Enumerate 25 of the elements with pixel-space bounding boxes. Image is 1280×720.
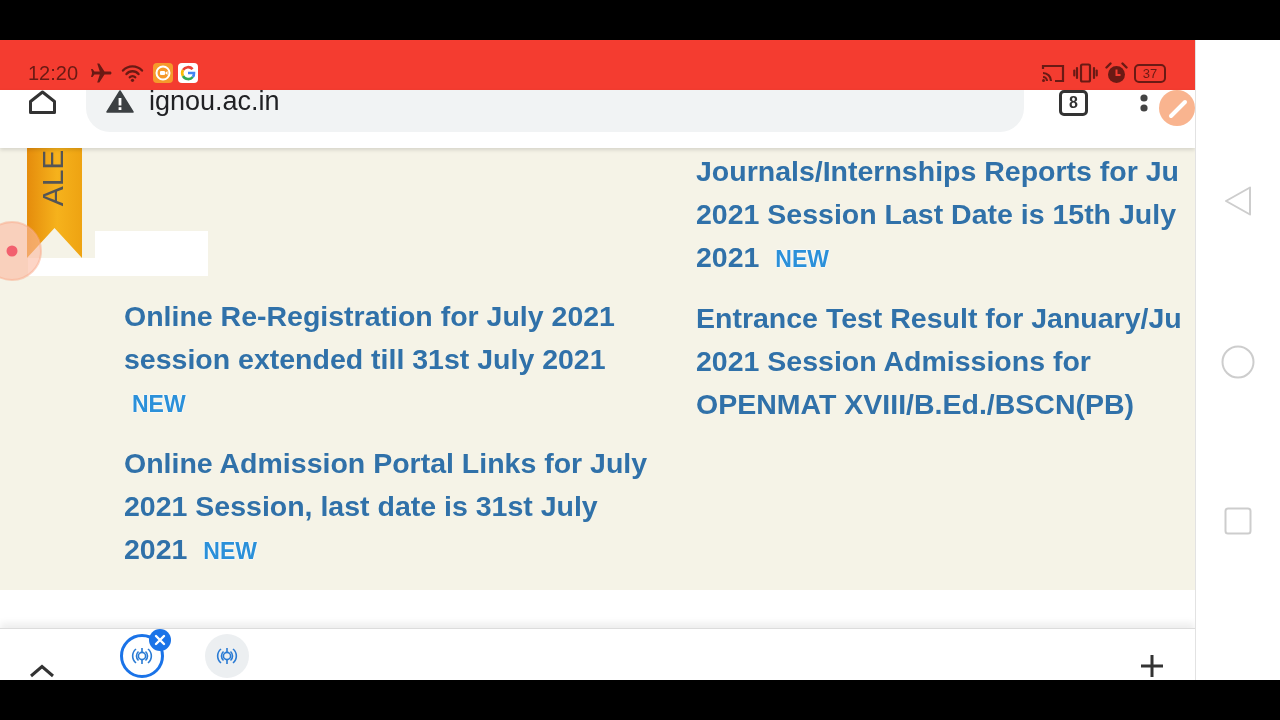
notice-link[interactable]: Journals/Internships Reports for Ju 2021 Session Last Date is 15th July 2021 NEW (696, 150, 1195, 281)
menu-icon[interactable] (1140, 94, 1148, 112)
alarm-clock-icon (1105, 62, 1128, 84)
chevron-up-icon[interactable] (29, 664, 55, 678)
vibrate-icon (1073, 63, 1098, 83)
tab-count-button[interactable]: 8 (1059, 90, 1088, 116)
notice-link[interactable]: Online Re-Registration for July 2021 session extended till 31st July 2021 NEW (124, 295, 658, 426)
notice-link[interactable]: Entrance Test Result for January/Ju 2021 Session Admissions for OPENMAT XVIII/B.Ed./BSCN(PB) (696, 297, 1195, 426)
close-icon[interactable] (149, 629, 171, 651)
ribbon-label: ALE (38, 149, 68, 207)
clock-time: 12:20 (28, 62, 79, 84)
g-letter-app-icon (178, 63, 199, 83)
plus-icon[interactable] (1140, 654, 1164, 678)
wifi-icon (121, 64, 145, 82)
home-icon[interactable] (28, 90, 57, 114)
broadcast-icon (216, 645, 238, 667)
airplane-icon (90, 63, 113, 83)
camera-app-icon (153, 63, 174, 83)
cast-icon (1041, 63, 1065, 83)
battery-level: 37 (1134, 63, 1166, 83)
broadcast-icon (131, 645, 153, 667)
address-field[interactable]: ignou.ac.in (86, 90, 1024, 132)
notice-link[interactable]: Online Admission Portal Links for July 2021 Session, last date is 31st July 2021 NEW (124, 442, 658, 573)
tab-thumbnail[interactable] (205, 634, 249, 678)
warning-icon (106, 90, 134, 113)
